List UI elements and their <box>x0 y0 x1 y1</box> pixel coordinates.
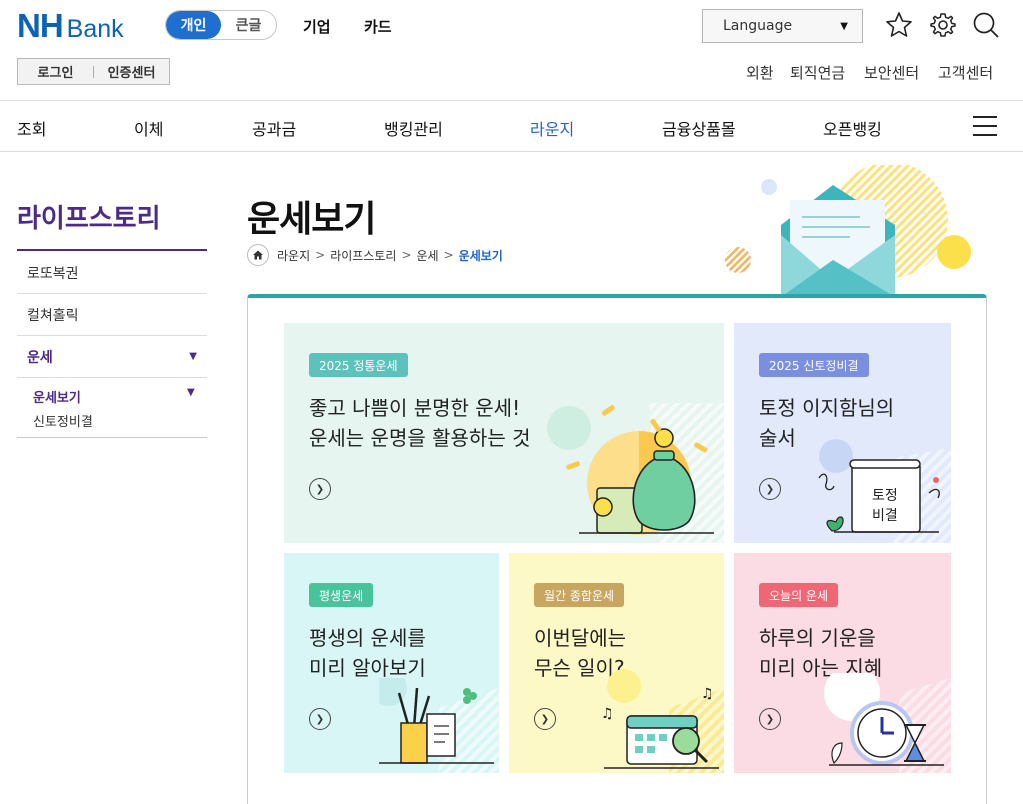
sidebar-item-lotto[interactable]: 로또복권 <box>17 252 207 294</box>
sidebar-title-underline <box>17 249 207 251</box>
book-title-line: 토정 <box>872 488 898 504</box>
card-title-line: 이번달에는 <box>534 626 626 650</box>
sidebar-subitem-fortune-view[interactable]: 운세보기 <box>33 387 81 406</box>
page-title: 운세보기 <box>247 199 376 240</box>
certificate-center-button[interactable]: 인증센터 <box>94 62 169 81</box>
util-link-forex[interactable]: 외환 <box>746 62 774 83</box>
card-badge: 월간 종합운세 <box>534 583 625 607</box>
search-icon[interactable] <box>971 10 1001 40</box>
util-link-customer[interactable]: 고객센터 <box>938 62 993 83</box>
calendar-icon: ♫ ♫ <box>601 669 724 773</box>
favorite-star-icon[interactable] <box>884 10 914 40</box>
fortune-card-monthly[interactable]: 월간 종합운세 이번달에는 무슨 일이? ❯ ♫ ♫ <box>509 553 724 773</box>
auth-buttons: 로그인 인증센터 <box>17 58 170 85</box>
chevron-down-icon: ▼ <box>187 387 195 398</box>
home-icon[interactable] <box>247 244 269 266</box>
sidebar-subitem-tojeong[interactable]: 신토정비결 <box>33 411 93 430</box>
card-title-line: 운세는 운명을 활용하는 것 <box>309 426 531 450</box>
money-bag-icon <box>547 403 724 543</box>
breadcrumb: 라운지 > 라이프스토리 > 운세 > 운세보기 <box>247 244 503 266</box>
nav-item-products[interactable]: 금융상품몰 <box>662 116 736 140</box>
fortune-card-traditional[interactable]: 2025 정통운세 좋고 나쁨이 분명한 운세! 운세는 운명을 활용하는 것 … <box>284 323 724 543</box>
chevron-right-icon[interactable]: ❯ <box>534 708 556 730</box>
pen-cup-icon <box>379 678 499 773</box>
nav-item-open-banking[interactable]: 오픈뱅킹 <box>823 116 882 140</box>
nav-item-inquiry[interactable]: 조회 <box>17 116 46 140</box>
chevron-right-icon[interactable]: ❯ <box>309 478 331 500</box>
card-title-line: 술서 <box>759 426 796 450</box>
language-select[interactable]: Language ▼ <box>702 9 863 43</box>
nav-item-lounge[interactable]: 라운지 <box>530 116 574 140</box>
sidebar-divider <box>17 437 207 438</box>
card-title-line: 좋고 나쁨이 분명한 운세! <box>309 396 521 420</box>
card-title-line: 평생의 운세를 <box>309 626 426 650</box>
card-badge: 2025 정통운세 <box>309 353 408 377</box>
chevron-right-icon[interactable]: ❯ <box>759 478 781 500</box>
breadcrumb-separator-icon: > <box>315 248 326 262</box>
nav-item-banking-mgmt[interactable]: 뱅킹관리 <box>384 116 443 140</box>
top-menu-card[interactable]: 카드 <box>364 16 392 37</box>
settings-gear-icon[interactable] <box>928 10 958 40</box>
book-title-line: 비결 <box>872 508 898 524</box>
mode-large-text-tab[interactable]: 큰글 <box>221 11 276 39</box>
envelope-illustration <box>725 165 971 297</box>
sidebar-title: 라이프스토리 <box>17 204 161 234</box>
login-button[interactable]: 로그인 <box>18 62 93 81</box>
card-badge: 오늘의 운세 <box>759 583 839 607</box>
nh-bank-logo[interactable]: NH Bank <box>17 7 124 44</box>
card-badge: 평생운세 <box>309 583 374 607</box>
fortune-card-lifetime[interactable]: 평생운세 평생의 운세를 미리 알아보기 ❯ <box>284 553 499 773</box>
fortune-card-tojeong[interactable]: 2025 신토정비결 토정 이지함님의 술서 ❯ 토정 비결 <box>734 323 951 543</box>
sidebar-item-culture[interactable]: 컬쳐홀릭 <box>17 294 207 336</box>
sidebar-item-label: 컬쳐홀릭 <box>27 307 79 324</box>
clock-hourglass-icon <box>824 673 951 773</box>
top-menu-business[interactable]: 기업 <box>303 16 331 37</box>
menu-hamburger-icon[interactable] <box>973 116 997 136</box>
nav-item-transfer[interactable]: 이체 <box>134 116 163 140</box>
breadcrumb-current: 운세보기 <box>458 248 503 263</box>
util-link-security[interactable]: 보안센터 <box>864 62 919 83</box>
logo-nh-text: NH <box>17 7 64 44</box>
fortune-card-panel: 2025 정통운세 좋고 나쁨이 분명한 운세! 운세는 운명을 활용하는 것 … <box>247 294 987 804</box>
mode-personal-tab[interactable]: 개인 <box>166 11 221 39</box>
sidebar-item-label: 운세 <box>27 349 53 366</box>
dropdown-caret-icon: ▼ <box>840 20 848 32</box>
svg-text:♫: ♫ <box>601 706 614 722</box>
nav-item-utility-bills[interactable]: 공과금 <box>252 116 296 140</box>
mode-toggle: 개인 큰글 <box>165 10 277 40</box>
sidebar-item-fortune[interactable]: 운세 ▼ <box>17 336 207 378</box>
card-title-line: 하루의 기운을 <box>759 626 876 650</box>
breadcrumb-separator-icon: > <box>401 248 412 262</box>
card-title-line: 토정 이지함님의 <box>759 396 895 420</box>
svg-text:♫: ♫ <box>701 686 714 702</box>
breadcrumb-item[interactable]: 라이프스토리 <box>330 247 396 264</box>
language-label: Language <box>723 18 793 34</box>
fortune-card-today[interactable]: 오늘의 운세 하루의 기운을 미리 아는 지혜 ❯ <box>734 553 951 773</box>
breadcrumb-separator-icon: > <box>443 248 454 262</box>
breadcrumb-item[interactable]: 운세 <box>417 247 439 264</box>
chevron-right-icon[interactable]: ❯ <box>309 708 331 730</box>
sidebar-item-label: 로또복권 <box>27 265 79 282</box>
chevron-right-icon[interactable]: ❯ <box>759 708 781 730</box>
util-link-pension[interactable]: 퇴직연금 <box>790 62 845 83</box>
card-badge: 2025 신토정비결 <box>759 353 869 377</box>
chevron-down-icon: ▼ <box>189 351 197 362</box>
breadcrumb-item[interactable]: 라운지 <box>277 247 310 264</box>
logo-bank-text: Bank <box>66 15 124 43</box>
